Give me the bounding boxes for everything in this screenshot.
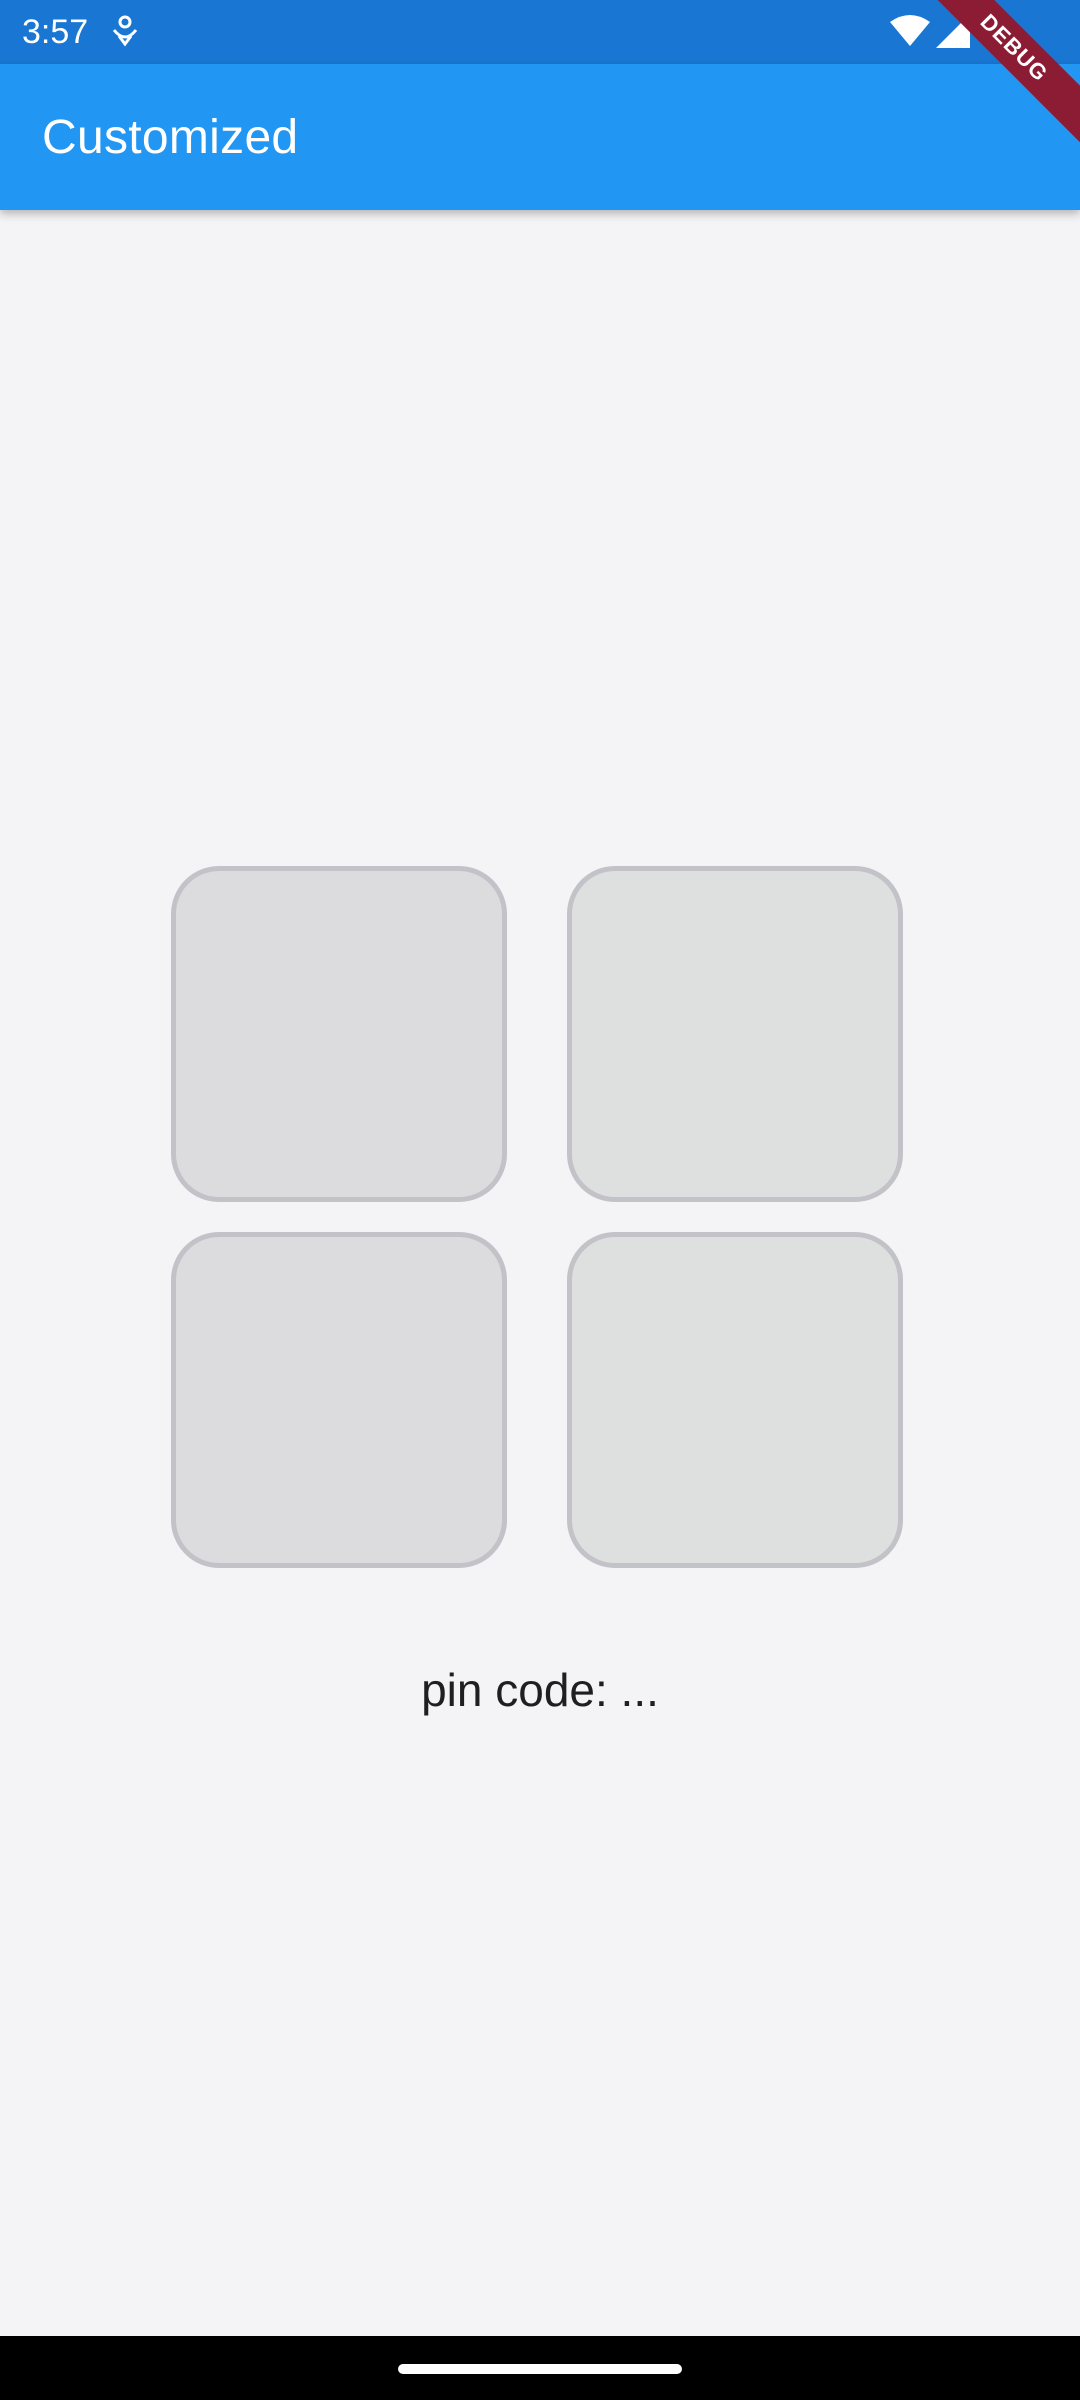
app-bar: Customized (0, 64, 1080, 210)
status-time: 3:57 (22, 13, 89, 51)
pin-tile-2[interactable] (567, 866, 903, 1202)
page-title: Customized (42, 111, 299, 164)
pin-tile-1[interactable] (171, 866, 507, 1202)
home-indicator[interactable] (398, 2364, 682, 2374)
pin-grid (171, 866, 909, 1572)
pin-tile-3[interactable] (171, 1232, 507, 1568)
pin-code-label: pin code: ... (421, 1664, 659, 1716)
notification-icon (110, 14, 140, 48)
status-bar: 3:57 (0, 0, 1080, 64)
wifi-icon (890, 14, 930, 48)
navigation-bar (0, 2336, 1080, 2400)
pin-tile-4[interactable] (567, 1232, 903, 1568)
